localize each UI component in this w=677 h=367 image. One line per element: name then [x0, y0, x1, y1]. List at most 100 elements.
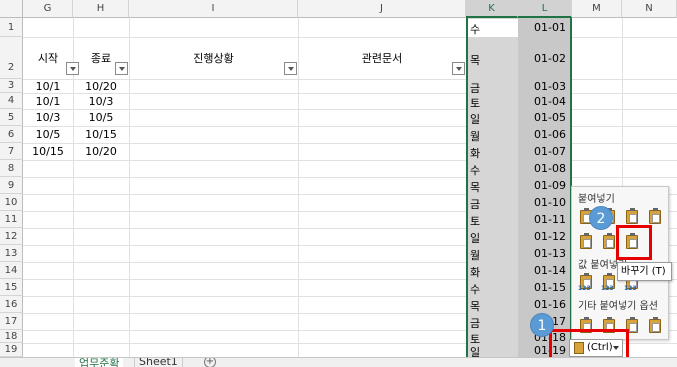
transpose-tooltip: 바꾸기 (T): [617, 262, 672, 281]
row-header-10[interactable]: 10: [0, 194, 23, 211]
row-header-18[interactable]: 18: [0, 330, 23, 343]
weekday-cell[interactable]: 토: [468, 213, 480, 229]
spreadsheet-grid[interactable]: G H I J K L M N 1 2 3 4 5 6 7 8 9 10 11 …: [0, 0, 677, 357]
column-header-i[interactable]: I: [129, 0, 298, 18]
start-cell[interactable]: 10/3: [23, 111, 73, 124]
sheet-tab-bar: 업무준확 Sheet1 +: [0, 357, 677, 367]
column-header-h[interactable]: H: [73, 0, 129, 18]
start-cell[interactable]: 10/5: [23, 128, 73, 141]
gridline: [129, 18, 130, 357]
column-header-k[interactable]: K: [466, 0, 518, 18]
row-header-1[interactable]: 1: [0, 18, 23, 37]
date-cell[interactable]: 01-09: [518, 179, 570, 192]
add-sheet-button[interactable]: +: [204, 358, 216, 367]
weekday-cell[interactable]: 금: [468, 80, 480, 96]
weekday-cell[interactable]: 월: [468, 247, 480, 263]
end-cell[interactable]: 10/15: [73, 128, 129, 141]
date-cell[interactable]: 01-14: [518, 264, 570, 277]
gridline: [23, 109, 677, 110]
row-header-4[interactable]: 4: [0, 93, 23, 109]
date-cell[interactable]: 01-11: [518, 213, 570, 226]
weekday-cell[interactable]: 목: [468, 52, 480, 68]
row-header-12[interactable]: 12: [0, 228, 23, 245]
filter-dropdown-progress[interactable]: [284, 62, 297, 75]
weekday-cell[interactable]: 월: [468, 128, 480, 144]
date-cell[interactable]: 01-03: [518, 80, 570, 93]
filter-dropdown-start[interactable]: [66, 62, 79, 75]
row-header-13[interactable]: 13: [0, 245, 23, 262]
row-header-16[interactable]: 16: [0, 296, 23, 313]
weekday-cell[interactable]: 화: [468, 264, 480, 280]
row-header-3[interactable]: 3: [0, 79, 23, 93]
row-header-8[interactable]: 8: [0, 160, 23, 177]
weekday-cell[interactable]: 목: [468, 179, 480, 195]
weekday-cell[interactable]: 목: [468, 298, 480, 314]
row-header-9[interactable]: 9: [0, 177, 23, 194]
row-header-5[interactable]: 5: [0, 109, 23, 126]
tab-sheet1[interactable]: Sheet1: [134, 358, 183, 367]
row-header-19[interactable]: 19: [0, 343, 23, 357]
row-header-17[interactable]: 17: [0, 313, 23, 330]
weekday-cell[interactable]: 토: [468, 95, 480, 111]
date-cell[interactable]: 01-10: [518, 196, 570, 209]
row-header-2[interactable]: 2: [0, 37, 23, 79]
header-progress[interactable]: 진행상황: [129, 50, 298, 66]
weekday-cell[interactable]: 금: [468, 196, 480, 212]
filter-dropdown-end[interactable]: [115, 62, 128, 75]
date-cell[interactable]: 01-04: [518, 95, 570, 108]
row-header-14[interactable]: 14: [0, 262, 23, 279]
gridline: [23, 126, 677, 127]
end-cell[interactable]: 10/20: [73, 80, 129, 93]
date-cell[interactable]: 01-08: [518, 162, 570, 175]
gridline: [298, 18, 299, 357]
start-cell[interactable]: 10/1: [23, 95, 73, 108]
transpose-highlight-box: [616, 225, 652, 260]
date-cell[interactable]: 01-07: [518, 145, 570, 158]
gridline: [23, 160, 677, 161]
column-header-l[interactable]: L: [518, 0, 572, 18]
date-cell[interactable]: 01-01: [518, 21, 570, 34]
column-header-j[interactable]: J: [298, 0, 466, 18]
paste-column-widths-icon[interactable]: [578, 233, 594, 251]
date-cell[interactable]: 01-13: [518, 247, 570, 260]
row-header-7[interactable]: 7: [0, 143, 23, 160]
row-header-6[interactable]: 6: [0, 126, 23, 143]
paste-section-title: 붙여넣기: [578, 194, 615, 205]
gridline: [23, 37, 677, 38]
column-header-n[interactable]: N: [622, 0, 677, 18]
paste-values-icon[interactable]: 123: [578, 273, 594, 292]
column-header-m[interactable]: M: [572, 0, 622, 18]
row-header-11[interactable]: 11: [0, 211, 23, 228]
start-cell[interactable]: 10/1: [23, 80, 73, 93]
start-cell[interactable]: 10/15: [23, 145, 73, 158]
tab-active-sheet[interactable]: 업무준확: [75, 358, 124, 367]
weekday-cell[interactable]: 일: [468, 111, 480, 127]
date-cell[interactable]: 01-05: [518, 111, 570, 124]
header-docs[interactable]: 관련문서: [298, 50, 466, 66]
date-cell[interactable]: 01-12: [518, 230, 570, 243]
weekday-cell[interactable]: 수: [468, 281, 480, 297]
end-cell[interactable]: 10/5: [73, 111, 129, 124]
paste-keep-width-icon[interactable]: [601, 233, 617, 251]
date-cell[interactable]: 01-16: [518, 298, 570, 311]
filter-dropdown-docs[interactable]: [452, 62, 465, 75]
weekday-cell[interactable]: 일: [468, 230, 480, 246]
weekday-cell[interactable]: 화: [468, 145, 480, 161]
weekday-cell[interactable]: 금: [468, 315, 480, 331]
column-header-g[interactable]: G: [23, 0, 73, 18]
select-all-corner[interactable]: [0, 0, 23, 18]
weekday-cell[interactable]: 일: [468, 344, 480, 357]
date-cell[interactable]: 01-02: [518, 52, 570, 65]
end-cell[interactable]: 10/20: [73, 145, 129, 158]
step-badge-1: 1: [530, 313, 554, 337]
date-cell[interactable]: 01-06: [518, 128, 570, 141]
weekday-cell[interactable]: 수: [468, 21, 480, 37]
row-header-15[interactable]: 15: [0, 279, 23, 296]
paste-linked-picture-icon[interactable]: [647, 317, 663, 335]
date-cell[interactable]: 01-15: [518, 281, 570, 294]
weekday-cell[interactable]: 수: [468, 162, 480, 178]
end-cell[interactable]: 10/3: [73, 95, 129, 108]
paste-no-borders-icon[interactable]: [647, 208, 663, 226]
paste-formatting-icon[interactable]: [624, 208, 640, 226]
paste-values-number-format-icon[interactable]: 123: [601, 273, 617, 292]
